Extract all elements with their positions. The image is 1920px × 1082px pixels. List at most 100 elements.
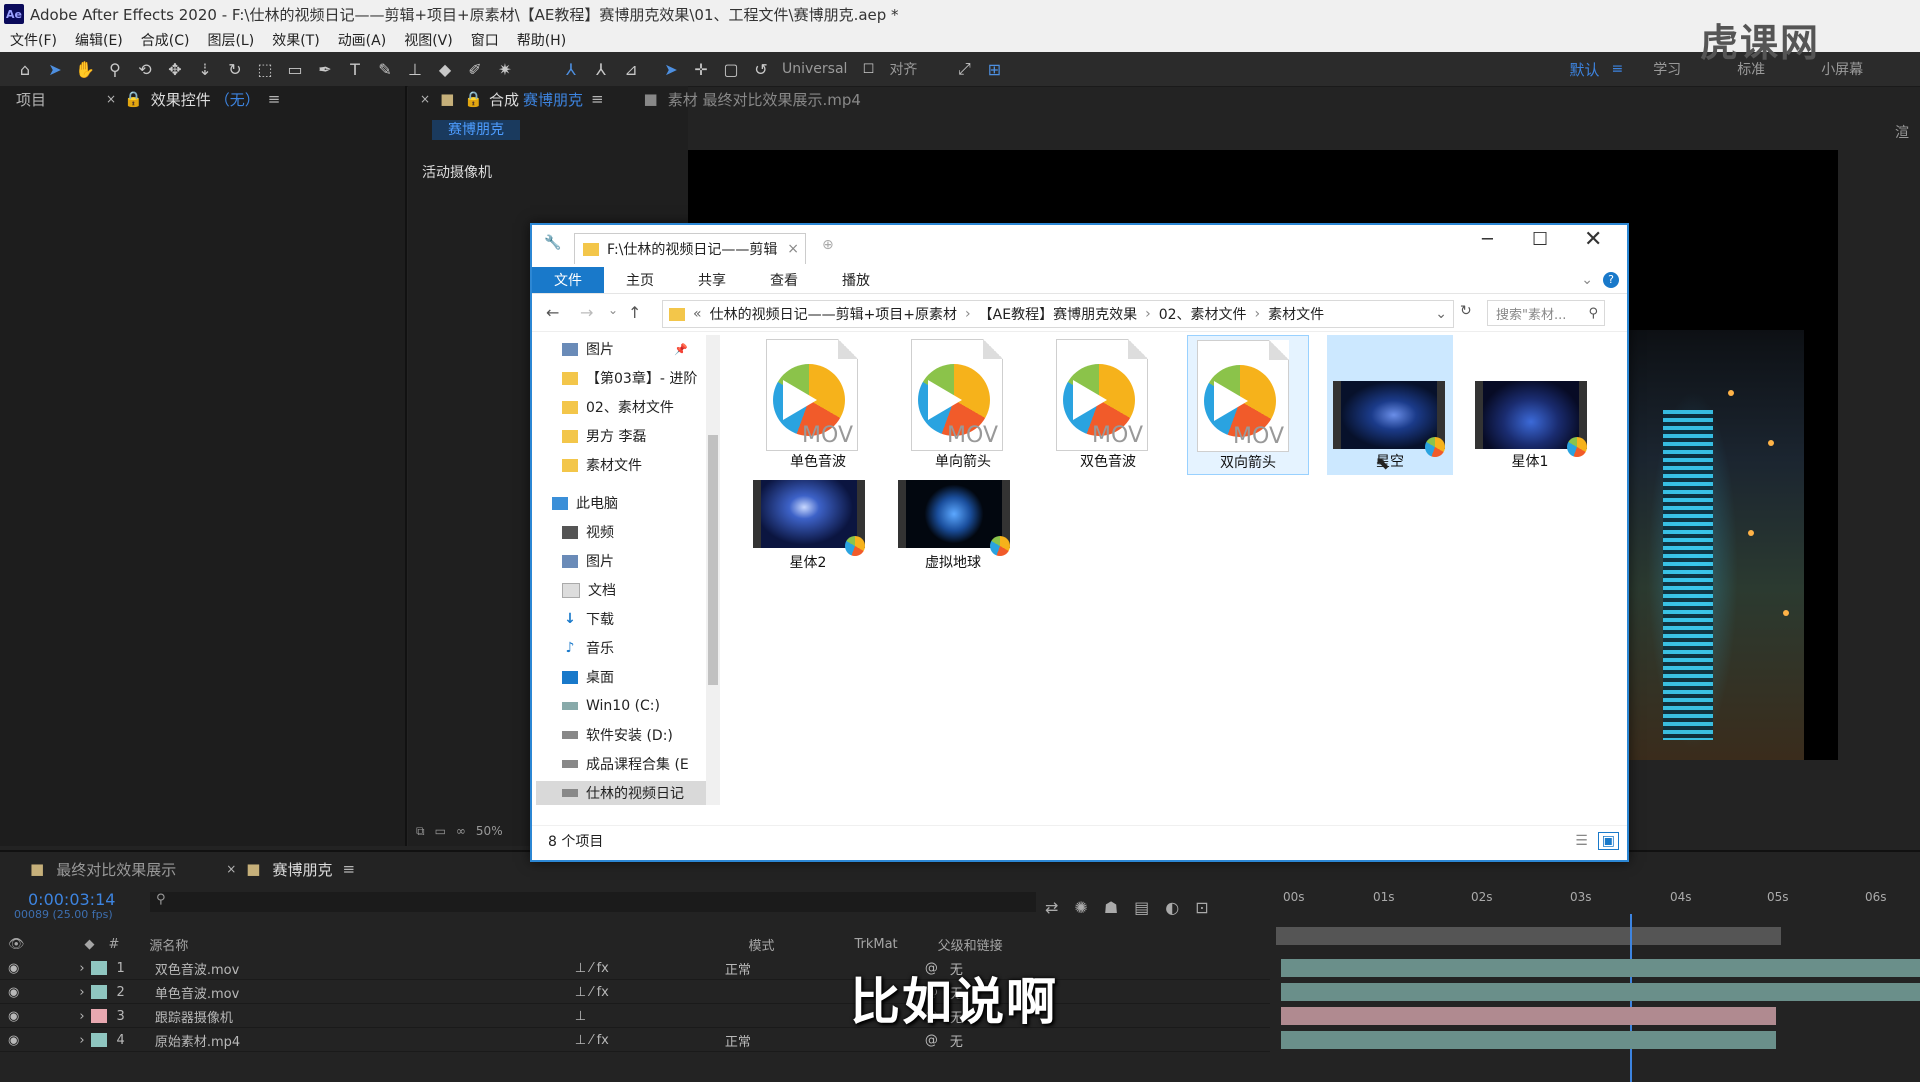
layer-row[interactable]: ◉ › 3 跟踪器摄像机 ⊥ @ 无 [0,1005,1270,1028]
select-3d-icon[interactable]: ➤ [660,58,682,80]
large-icons-view-icon[interactable]: ▣ [1597,832,1619,850]
breadcrumb-separator-icon[interactable]: › [1145,306,1151,322]
work-area-bar[interactable] [1276,927,1781,945]
layer-switches[interactable]: ⊥ ⁄ fx [575,985,725,1000]
pan-behind-icon[interactable]: ⬚ [254,58,276,80]
selection-tool-icon[interactable]: ➤ [44,58,66,80]
file-item[interactable]: MOV 单色音波 [757,339,879,477]
ribbon-tab-play[interactable]: 播放 [820,267,892,293]
maximize-icon[interactable]: ☐ [1532,229,1548,250]
file-item[interactable]: 虚拟地球 [892,480,1014,618]
workspace-menu-icon[interactable]: ≡ [1611,61,1623,77]
search-input[interactable]: 搜索"素材... ⚲ [1487,300,1605,326]
eye-icon[interactable]: ◉ [8,1009,19,1024]
menu-layer[interactable]: 图层(L) [207,30,254,50]
expand-chevron-icon[interactable]: › [79,1033,84,1048]
mask-icon[interactable]: ∞ [456,824,466,839]
layer-duration-bar[interactable] [1281,1031,1776,1049]
tab-timeline-cyberpunk[interactable]: 赛博朋克 [272,859,332,880]
search-icon[interactable]: ⚲ [1588,306,1598,321]
source-name-header[interactable]: 源名称 [149,935,188,954]
up-icon[interactable]: ↑ [628,303,641,322]
layer-switches[interactable]: ⊥ [575,1009,725,1024]
snap-checkbox[interactable]: ☐ [857,58,879,80]
menu-help[interactable]: 帮助(H) [517,30,566,50]
nav-item[interactable]: 视频 [562,520,614,544]
label-swatch[interactable] [90,1033,107,1047]
workspace-learn[interactable]: 学习 [1653,59,1681,79]
tab-composition[interactable]: 合成 [489,89,519,110]
comp-mini-flowchart-icon[interactable]: ⇄ [1045,898,1058,917]
file-item[interactable]: MOV 单向箭头 [902,339,1024,477]
shy-layers-icon[interactable]: ☗ [1104,898,1118,917]
eye-icon[interactable]: ◉ [8,985,19,1000]
current-timecode[interactable]: 0:00:03:14 [28,890,115,909]
nav-item[interactable]: 成品课程合集 (E [562,752,689,776]
view-axis-icon[interactable]: ⊿ [620,58,642,80]
ribbon-expand-icon[interactable]: ⌄ [1581,272,1593,288]
grid-icon[interactable]: ⊞ [983,58,1005,80]
menu-effect[interactable]: 效果(T) [272,30,319,50]
time-ruler[interactable]: 00s 01s 02s 03s 04s 05s 06s [1275,890,1920,914]
layer-name[interactable]: 原始素材.mp4 [155,1031,575,1050]
move-camera-icon[interactable]: ✥ [164,58,186,80]
nav-item[interactable]: Win10 (C:) [562,694,660,718]
menu-window[interactable]: 窗口 [471,30,499,50]
file-item[interactable]: 星体1 [1469,339,1591,477]
layer-name[interactable]: 单色音波.mov [155,983,575,1002]
nav-item[interactable]: ♪ 音乐 [562,636,614,660]
menu-animation[interactable]: 动画(A) [338,30,387,50]
active-comp-button[interactable]: 赛博朋克 [432,120,520,140]
recent-dropdown-icon[interactable]: ⌄ [608,303,618,317]
new-tab-icon[interactable]: ⊕ [822,237,834,253]
lock-icon[interactable]: 🔒 [124,90,143,108]
axis-mode-label[interactable]: Universal [782,61,847,77]
panel-menu-icon[interactable]: ≡ [591,90,604,108]
label-swatch[interactable] [90,985,107,999]
breadcrumb-item[interactable]: 仕林的视频日记——剪辑+项目+原素材 [710,304,957,324]
rotate-camera-icon[interactable]: ⟲ [134,58,156,80]
nav-scrollbar-thumb[interactable] [708,435,718,685]
file-item[interactable]: MOV 双色音波 [1047,339,1169,477]
expand-icon[interactable]: ⤢ [953,58,975,80]
menu-edit[interactable]: 编辑(E) [75,30,123,50]
menu-file[interactable]: 文件(F) [10,30,57,50]
rotation-tool-icon[interactable]: ↻ [224,58,246,80]
blend-mode-select[interactable]: 正常 [725,959,845,978]
hand-tool-icon[interactable]: ✋ [74,58,96,80]
expand-chevron-icon[interactable]: › [79,985,84,1000]
breadcrumb-item[interactable]: 02、素材文件 [1159,304,1247,324]
tab-timeline-final[interactable]: 最终对比效果展示 [56,859,176,880]
blend-mode-select[interactable]: 正常 [725,1031,845,1050]
tab-effect-controls[interactable]: 效果控件 [151,89,211,110]
snap-label[interactable]: 对齐 [889,59,917,79]
explorer-title-bar[interactable]: 🔧 F:\仕林的视频日记——剪辑 × ⊕ ─ ☐ ✕ [532,225,1627,264]
brush-tool-icon[interactable]: ✎ [374,58,396,80]
forward-icon[interactable]: → [580,303,593,322]
nav-item[interactable]: 软件安装 (D:) [562,723,673,747]
clone-stamp-icon[interactable]: ⊥ [404,58,426,80]
motion-blur-icon[interactable]: ◐ [1165,898,1179,917]
overflow-icon[interactable]: « [693,306,702,322]
layer-duration-bar[interactable] [1281,959,1920,977]
display-icon[interactable]: ▭ [435,824,446,839]
ribbon-tab-view[interactable]: 查看 [748,267,820,293]
nav-item[interactable]: 02、素材文件 [562,395,674,419]
nav-item[interactable]: 素材文件 [562,453,642,477]
layer-row[interactable]: ◉ › 2 单色音波.mov ⊥ ⁄ fx @ 无 [0,981,1270,1004]
layer-name[interactable]: 双色音波.mov [155,959,575,978]
nav-item[interactable]: 文档 [562,578,616,602]
close-tab-icon[interactable]: × [226,862,236,876]
close-icon[interactable]: ✕ [1584,227,1602,252]
draft-3d-icon[interactable]: ✺ [1074,898,1087,917]
explorer-tab[interactable]: F:\仕林的视频日记——剪辑 × [574,233,806,264]
move-3d-icon[interactable]: ✛ [690,58,712,80]
home-icon[interactable]: ⌂ [14,58,36,80]
roto-brush-icon[interactable]: ✐ [464,58,486,80]
close-tab-icon[interactable]: × [106,92,116,106]
snapshot-icon[interactable]: ⧉ [416,824,425,839]
comp-name[interactable]: 赛博朋克 [523,89,583,110]
workspace-default[interactable]: 默认 [1569,59,1599,80]
ribbon-tab-home[interactable]: 主页 [604,267,676,293]
wrench-icon[interactable]: 🔧 [544,235,561,251]
